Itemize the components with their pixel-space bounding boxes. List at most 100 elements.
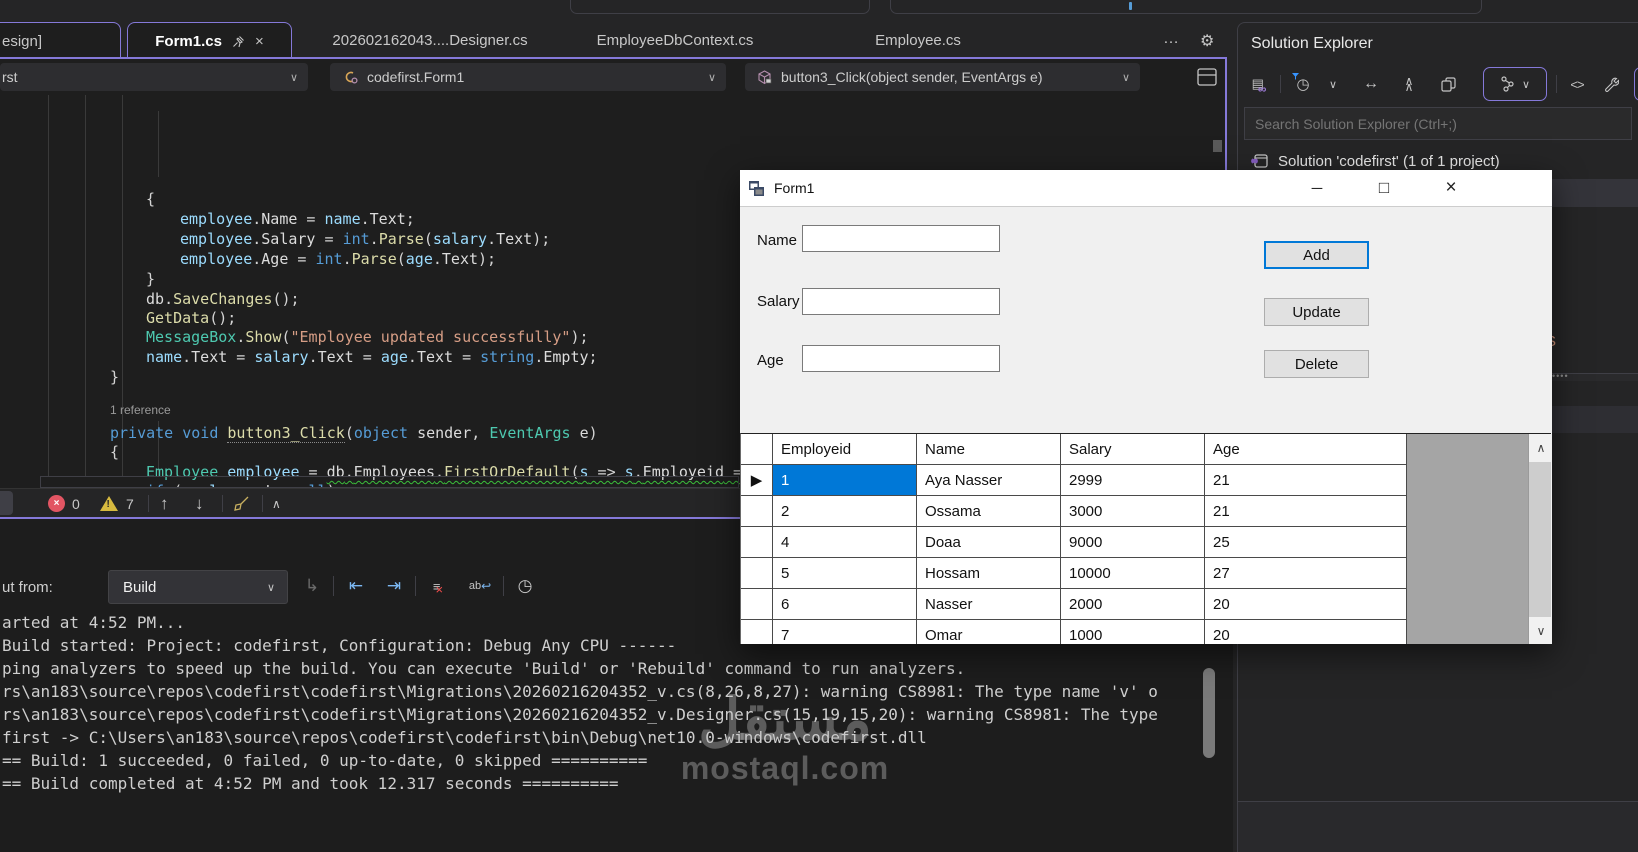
grid-header-cell: [741, 434, 773, 465]
tab-designer-cs[interactable]: 202602162043....Designer.cs: [320, 22, 540, 58]
grid-cell[interactable]: 2000: [1061, 589, 1205, 620]
grid-cell[interactable]: 3000: [1061, 496, 1205, 527]
switch-views-button[interactable]: ▤ ∞: [1246, 71, 1272, 97]
grid-cell[interactable]: 21: [1205, 496, 1407, 527]
split-window-icon[interactable]: [1197, 68, 1217, 86]
table-row: 6 Nasser 2000 20: [741, 589, 1407, 620]
update-button[interactable]: Update: [1264, 298, 1369, 326]
vs-main-window: esign] Form1.cs × 202602162043....Design…: [0, 0, 1638, 852]
properties-button[interactable]: [1598, 71, 1624, 97]
pending-changes-filter-button[interactable]: ◷: [1290, 71, 1316, 97]
grid-cell[interactable]: Doaa: [917, 527, 1061, 558]
dialog-titlebar[interactable]: Form1 ─ □ ×: [740, 170, 1552, 207]
grid-cell[interactable]: 7: [773, 620, 917, 644]
next-message-button[interactable]: ⇥: [380, 572, 408, 600]
grid-cell[interactable]: 2999: [1061, 465, 1205, 496]
search-input[interactable]: [1244, 107, 1632, 140]
word-wrap-button[interactable]: ab ↩: [466, 572, 494, 600]
output-line: rs\an183\source\repos\codefirst\codefirs…: [2, 705, 1158, 724]
grid-cell[interactable]: 20: [1205, 620, 1407, 644]
previous-issue-button[interactable]: ↑: [160, 489, 169, 518]
grid-scrollbar[interactable]: ∧ ∨: [1528, 434, 1551, 644]
error-count[interactable]: × 0: [48, 489, 80, 518]
collapse-all-button[interactable]: ∧ ∧: [1396, 71, 1422, 97]
output-line: rs\an183\source\repos\codefirst\codefirs…: [2, 682, 1158, 701]
collapse-indicator-button[interactable]: ∧: [272, 489, 281, 518]
output-source-dropdown[interactable]: Build ∨: [108, 570, 288, 604]
grid-cell[interactable]: Nasser: [917, 589, 1061, 620]
tab-overflow-icon[interactable]: …: [1163, 30, 1179, 48]
grid-cell[interactable]: 27: [1205, 558, 1407, 589]
employees-datagrid[interactable]: Employeid Name Salary Age ▶ 1 Aya Nasser 2999 21…: [740, 433, 1551, 644]
grid-cell[interactable]: 21: [1205, 465, 1407, 496]
grid-cell[interactable]: 6: [773, 589, 917, 620]
breadcrumb-class-dropdown[interactable]: codefirst.Form1 ∨: [330, 63, 726, 91]
minimize-button[interactable]: ─: [1294, 170, 1340, 206]
chevron-up-icon: ∧: [1536, 441, 1546, 455]
grid-cell[interactable]: 9000: [1061, 527, 1205, 558]
tab-form1-design[interactable]: esign]: [0, 22, 121, 59]
grid-header-cell: Employeid: [773, 434, 917, 465]
tab-employee-cs[interactable]: Employee.cs: [808, 22, 1028, 58]
grid-cell[interactable]: Aya Nasser: [917, 465, 1061, 496]
grid-cell[interactable]: [741, 558, 773, 589]
grid-cell[interactable]: 25: [1205, 527, 1407, 558]
grid-cell[interactable]: Hossam: [917, 558, 1061, 589]
class-icon: [344, 70, 358, 84]
delete-button[interactable]: Delete: [1264, 350, 1369, 378]
salary-input[interactable]: [802, 288, 1000, 315]
breadcrumb-member-dropdown[interactable]: button3_Click(object sender, EventArgs e…: [745, 63, 1140, 91]
grid-cell[interactable]: ▶: [741, 465, 773, 496]
grid-cell[interactable]: Omar: [917, 620, 1061, 644]
view-code-button[interactable]: <>: [1564, 71, 1590, 97]
grid-cell[interactable]: 20: [1205, 589, 1407, 620]
copy-button[interactable]: [1435, 71, 1461, 97]
add-button[interactable]: Add: [1264, 241, 1369, 269]
close-icon[interactable]: ×: [255, 33, 264, 50]
breadcrumb-project-dropdown[interactable]: rst ∨: [0, 63, 308, 91]
previous-message-button[interactable]: ⇤: [342, 572, 370, 600]
grid-cell[interactable]: 1000: [1061, 620, 1205, 644]
divider: [1280, 75, 1281, 93]
warning-count[interactable]: ! 7: [100, 489, 134, 518]
editor-scrollbar-thumb[interactable]: [1213, 140, 1222, 152]
partial-toolbar-button[interactable]: [1634, 67, 1638, 101]
code-brackets-icon: <>: [1570, 76, 1584, 92]
grid-cell[interactable]: 10000: [1061, 558, 1205, 589]
grid-cell[interactable]: 5: [773, 558, 917, 589]
grid-cell[interactable]: [741, 527, 773, 558]
chevron-up-icon: ∧: [272, 496, 281, 511]
tab-label: EmployeeDbContext.cs: [596, 31, 754, 49]
tab-employeedbcontext-cs[interactable]: EmployeeDbContext.cs: [565, 22, 785, 58]
sync-selection-toggle[interactable]: ∨: [1483, 67, 1547, 101]
goto-source-button[interactable]: ↳: [298, 572, 326, 600]
tab-form1-cs[interactable]: Form1.cs ×: [127, 22, 292, 59]
grid-cell[interactable]: 1: [773, 465, 917, 496]
sync-with-active-document-button[interactable]: ↔: [1358, 71, 1384, 97]
output-scrollbar-thumb[interactable]: [1203, 668, 1215, 758]
divider: [415, 576, 416, 596]
grid-cell[interactable]: 4: [773, 527, 917, 558]
grid-cell[interactable]: 2: [773, 496, 917, 527]
clear-all-button[interactable]: ≡ ×: [424, 572, 452, 600]
gear-icon[interactable]: ⚙: [1200, 31, 1214, 51]
close-button[interactable]: ×: [1428, 170, 1474, 206]
timestamps-button[interactable]: ◷: [511, 572, 539, 600]
minimize-icon: ─: [1311, 179, 1323, 197]
grid-cell[interactable]: Ossama: [917, 496, 1061, 527]
maximize-button[interactable]: □: [1361, 170, 1407, 206]
grid-cell[interactable]: [741, 589, 773, 620]
grid-cell[interactable]: [741, 620, 773, 644]
filter-dropdown-chevron[interactable]: ∨: [1320, 71, 1346, 97]
scroll-up-button[interactable]: ∧: [1529, 434, 1551, 462]
indent-guide: [158, 111, 159, 177]
next-issue-button[interactable]: ↓: [195, 489, 204, 518]
name-input[interactable]: [802, 225, 1000, 252]
pin-icon[interactable]: [232, 35, 245, 48]
scroll-down-button[interactable]: ∨: [1529, 617, 1551, 644]
grid-cell[interactable]: [741, 496, 773, 527]
age-input[interactable]: [802, 345, 1000, 372]
code-cleanup-button[interactable]: [232, 489, 251, 518]
output-line: ping analyzers to speed up the build. Yo…: [2, 659, 966, 678]
horizontal-scrollbar[interactable]: [40, 476, 739, 488]
